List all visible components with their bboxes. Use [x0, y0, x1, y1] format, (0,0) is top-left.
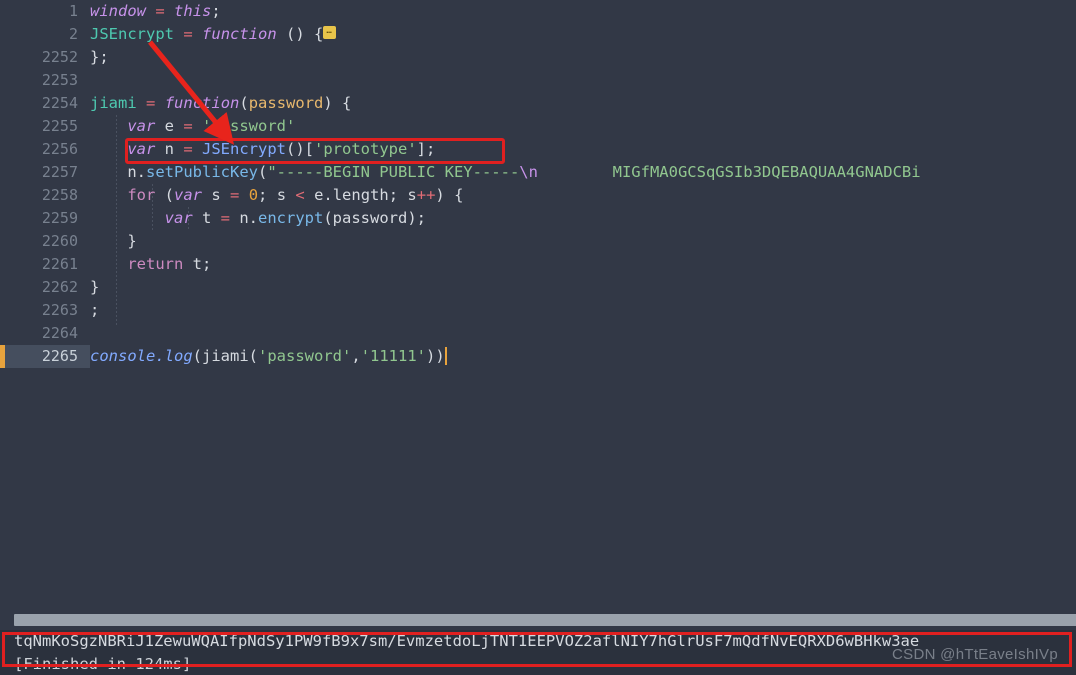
- console-status-line: [Finished in 124ms]: [14, 655, 192, 673]
- code-editor[interactable]: 1 window = this; 2 JSEncrypt = function …: [0, 0, 1076, 610]
- line-number: 2252: [41, 48, 78, 66]
- code-line[interactable]: 2259 var t = n.encrypt(password);: [0, 207, 1076, 230]
- line-content: window = this;: [90, 2, 221, 20]
- line-content: var e = 'password': [127, 117, 296, 135]
- line-number: 2256: [41, 140, 78, 158]
- code-line[interactable]: 2263 ;: [0, 299, 1076, 322]
- line-content: n.setPublicKey("-----BEGIN PUBLIC KEY---…: [127, 163, 921, 181]
- code-line[interactable]: 2257 n.setPublicKey("-----BEGIN PUBLIC K…: [0, 161, 1076, 184]
- code-fold-icon[interactable]: …: [323, 26, 336, 39]
- code-line[interactable]: 2 JSEncrypt = function () {…: [0, 23, 1076, 46]
- code-line[interactable]: 2261 return t;: [0, 253, 1076, 276]
- line-number: 2258: [41, 186, 78, 204]
- line-number: 2263: [41, 301, 78, 319]
- line-content: }: [127, 232, 137, 250]
- line-content: return t;: [127, 255, 212, 273]
- line-number: 2260: [41, 232, 78, 250]
- line-content: for (var s = 0; s < e.length; s++) {: [127, 186, 464, 204]
- line-number: 2265: [5, 345, 90, 368]
- code-line[interactable]: 2253: [0, 69, 1076, 92]
- line-content: jiami = function(password) {: [90, 94, 352, 112]
- text-caret: [444, 346, 447, 365]
- scrollbar-thumb[interactable]: [14, 614, 1076, 626]
- line-number: 2: [68, 25, 78, 43]
- line-number: 2264: [41, 324, 78, 342]
- console-panel[interactable]: tqNmKoSgzNBRiJ1ZewuWQAIfpNdSy1PW9fB9x7sm…: [0, 630, 1076, 675]
- code-line[interactable]: 2260 }: [0, 230, 1076, 253]
- code-line[interactable]: 2254 jiami = function(password) {: [0, 92, 1076, 115]
- code-line[interactable]: 2258 for (var s = 0; s < e.length; s++) …: [0, 184, 1076, 207]
- console-output-line: tqNmKoSgzNBRiJ1ZewuWQAIfpNdSy1PW9fB9x7sm…: [14, 632, 920, 650]
- horizontal-scrollbar[interactable]: [0, 610, 1076, 630]
- code-line[interactable]: 2264: [0, 322, 1076, 345]
- line-content: }: [90, 278, 100, 296]
- line-number: 1: [68, 2, 78, 20]
- code-line[interactable]: 1 window = this;: [0, 0, 1076, 23]
- line-number: 2259: [41, 209, 78, 227]
- line-content: var n = JSEncrypt()['prototype'];: [127, 140, 436, 158]
- code-line[interactable]: 2256 var n = JSEncrypt()['prototype'];: [0, 138, 1076, 161]
- line-number: 2257: [41, 163, 78, 181]
- line-content: var t = n.encrypt(password);: [164, 209, 426, 227]
- line-content: ;: [90, 301, 100, 319]
- line-content: JSEncrypt = function () {…: [90, 23, 336, 46]
- line-content: console.log(jiami('password','11111')): [90, 346, 447, 365]
- code-line[interactable]: 2252 };: [0, 46, 1076, 69]
- line-content: };: [90, 48, 109, 66]
- line-number: 2253: [41, 71, 78, 89]
- line-number: 2254: [41, 94, 78, 112]
- code-line-active[interactable]: 2265 console.log(jiami('password','11111…: [0, 345, 1076, 368]
- code-line[interactable]: 2255 var e = 'password': [0, 115, 1076, 138]
- line-number: 2262: [41, 278, 78, 296]
- code-line[interactable]: 2262 }: [0, 276, 1076, 299]
- line-number: 2261: [41, 255, 78, 273]
- line-number: 2255: [41, 117, 78, 135]
